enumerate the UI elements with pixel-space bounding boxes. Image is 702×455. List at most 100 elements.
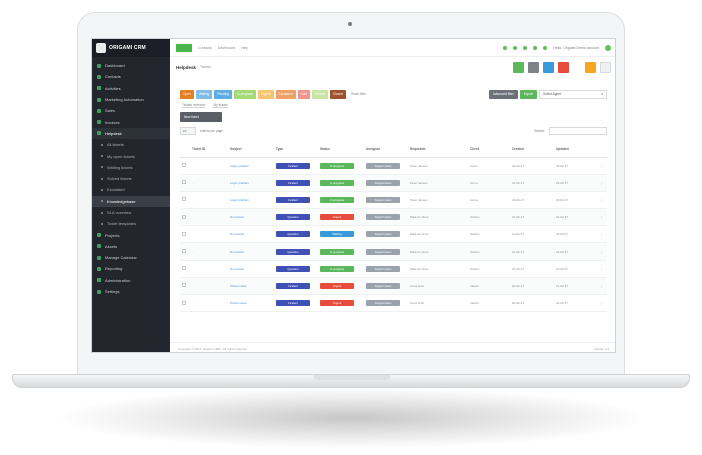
sidebar-item[interactable]: Marketing Automation (92, 94, 170, 105)
sidebar-item[interactable]: SLA overview (92, 207, 170, 218)
table-row[interactable]: · · Printer issue Incident Urgent Support te… (180, 277, 607, 296)
status-filter-chip[interactable]: Urgent (257, 89, 274, 99)
column-header[interactable]: Subject (228, 141, 274, 158)
column-header[interactable] (598, 141, 607, 158)
top-link-dashboard[interactable]: Dashboard (218, 46, 235, 50)
task-icon[interactable] (533, 45, 538, 50)
row-checkbox[interactable] (182, 180, 186, 185)
page-size-select[interactable]: 10 (180, 127, 196, 135)
row-actions-icon[interactable]: ⋮ (600, 198, 603, 202)
table-row[interactable]: · · Login problem Incident In progress Suppo… (180, 174, 607, 192)
sidebar-item[interactable]: Sales (92, 105, 170, 116)
column-header[interactable]: Updated (554, 141, 598, 158)
table-row[interactable]: · · No invoice Question In progress Support … (180, 242, 607, 261)
search-input[interactable] (549, 127, 607, 135)
row-checkbox[interactable] (182, 249, 186, 254)
logo[interactable]: ORIGAMI CRM (92, 39, 170, 57)
sidebar-item[interactable]: Escalated (92, 184, 170, 195)
status-filter-chip[interactable]: Waiting (195, 89, 213, 99)
top-link-contacts[interactable]: Contacts (198, 46, 212, 50)
column-header[interactable]: Assignee (364, 141, 408, 158)
row-checkbox[interactable] (182, 300, 186, 305)
menu-toggle-button[interactable] (176, 43, 192, 52)
column-header[interactable]: Type (274, 141, 318, 158)
sidebar-item[interactable]: Administration (92, 275, 170, 286)
table-row[interactable]: · · No invoice Question Waiting Support team… (180, 225, 607, 244)
user-name[interactable]: Hello, Origami Demo account (553, 46, 599, 50)
status-filter-chip[interactable]: Open (180, 89, 194, 99)
print-icon[interactable] (600, 61, 611, 73)
list-view-icon[interactable] (528, 61, 539, 73)
row-actions-icon[interactable]: ⋮ (600, 267, 603, 271)
add-icon[interactable] (513, 61, 524, 73)
ticket-subject-link[interactable]: No invoice (230, 215, 244, 219)
row-checkbox[interactable] (182, 197, 186, 202)
top-link-help[interactable]: Help (241, 46, 248, 50)
row-actions-icon[interactable]: ⋮ (600, 181, 603, 185)
sidebar-item[interactable]: Activities (92, 83, 170, 94)
column-header[interactable] (180, 141, 190, 158)
reset-filter-link[interactable]: Reset filter (348, 90, 369, 99)
sidebar-item[interactable]: All tickets (92, 139, 170, 150)
row-checkbox[interactable] (182, 214, 186, 219)
column-header[interactable]: Created (510, 141, 554, 158)
export-button[interactable]: Export (519, 89, 537, 99)
row-actions-icon[interactable]: ⋮ (600, 164, 603, 168)
row-checkbox[interactable] (182, 231, 186, 236)
sidebar-item[interactable]: Contacts (92, 71, 170, 82)
column-header[interactable]: Status (318, 141, 364, 158)
column-header[interactable]: Requester (408, 141, 468, 158)
table-row[interactable]: · · Printer issue Incident Urgent Support te… (180, 294, 607, 313)
sidebar-item[interactable]: Solved tickets (92, 173, 170, 184)
sidebar-item[interactable]: Waiting tickets (92, 162, 170, 173)
column-header[interactable]: Client (468, 141, 510, 158)
ticket-subject-link[interactable]: No invoice (230, 267, 244, 271)
tab-my-tickets[interactable]: My tickets (213, 103, 228, 108)
row-actions-icon[interactable]: ⋮ (600, 284, 603, 288)
agent-select[interactable]: Select Agent ▾ (539, 89, 607, 99)
sidebar-item[interactable]: Knowledgebase (92, 195, 170, 207)
sidebar-item[interactable]: Ticket templates (92, 218, 170, 229)
ticket-subject-link[interactable]: Login problem (230, 181, 249, 185)
table-row[interactable]: · · Login problem Incident In progress Suppo… (180, 157, 607, 175)
table-row[interactable]: · · Login problem Incident In progress Suppo… (180, 191, 607, 210)
breadcrumb[interactable]: Tickets (200, 65, 211, 69)
ticket-subject-link[interactable]: No invoice (230, 250, 244, 254)
row-actions-icon[interactable]: ⋮ (600, 232, 603, 236)
sidebar-item[interactable]: Helpdesk (92, 127, 170, 140)
table-row[interactable]: · · No invoice Question Urgent Support team M… (180, 208, 607, 227)
star-icon[interactable] (585, 61, 596, 73)
sidebar-item[interactable]: Dashboard (92, 60, 170, 71)
table-row[interactable]: · · No invoice Question In progress Support … (180, 260, 607, 278)
ticket-subject-link[interactable]: Printer issue (230, 284, 247, 288)
sidebar-item[interactable]: Invoices (92, 116, 170, 127)
sidebar-item[interactable]: Manage Calendar (92, 252, 170, 263)
row-checkbox[interactable] (182, 266, 186, 271)
ticket-subject-link[interactable]: Login problem (230, 198, 249, 202)
status-filter-chip[interactable]: In progress (234, 89, 256, 99)
ticket-subject-link[interactable]: Printer issue (230, 301, 247, 305)
delete-icon[interactable] (558, 61, 569, 73)
new-ticket-button[interactable]: New ticket (180, 112, 222, 122)
row-actions-icon[interactable]: ⋮ (600, 215, 603, 219)
sidebar-item[interactable]: Projects (92, 229, 170, 240)
calendar-icon[interactable] (523, 45, 528, 50)
sidebar-item[interactable]: My open tickets (92, 150, 170, 161)
status-filter-chip[interactable]: Escalated (275, 89, 296, 99)
row-checkbox[interactable] (182, 283, 186, 288)
message-icon[interactable] (513, 45, 518, 50)
sidebar-item[interactable]: Reporting (92, 263, 170, 274)
status-filter-chip[interactable]: Closed (329, 89, 346, 99)
ticket-subject-link[interactable]: Login problem (230, 164, 249, 168)
avatar[interactable] (605, 44, 611, 51)
row-actions-icon[interactable]: ⋮ (600, 301, 603, 305)
settings-icon[interactable] (543, 45, 548, 50)
advanced-filter-button[interactable]: Advanced filter (488, 89, 518, 99)
tab-tickets-overview[interactable]: Tickets overview (182, 103, 206, 108)
grid-view-icon[interactable] (543, 61, 554, 73)
status-filter-chip[interactable]: Solved (312, 89, 328, 99)
notification-icon[interactable] (503, 45, 508, 50)
ticket-subject-link[interactable]: No invoice (230, 232, 244, 236)
status-filter-chip[interactable]: Hold (297, 89, 311, 99)
sidebar-item[interactable]: Settings (92, 286, 170, 297)
